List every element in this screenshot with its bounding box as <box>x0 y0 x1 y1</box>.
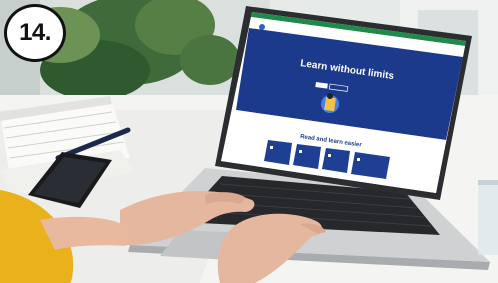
feature-card <box>322 148 350 173</box>
water-glass <box>478 180 498 255</box>
photo-scene: Learn without limits Read and learn easi… <box>0 0 498 283</box>
laptop-screen: Learn without limits Read and learn easi… <box>215 6 472 200</box>
step-number-badge: 14. <box>4 4 66 62</box>
step-number: 14. <box>19 19 51 46</box>
feature-card <box>293 144 321 169</box>
feature-card <box>264 140 292 165</box>
